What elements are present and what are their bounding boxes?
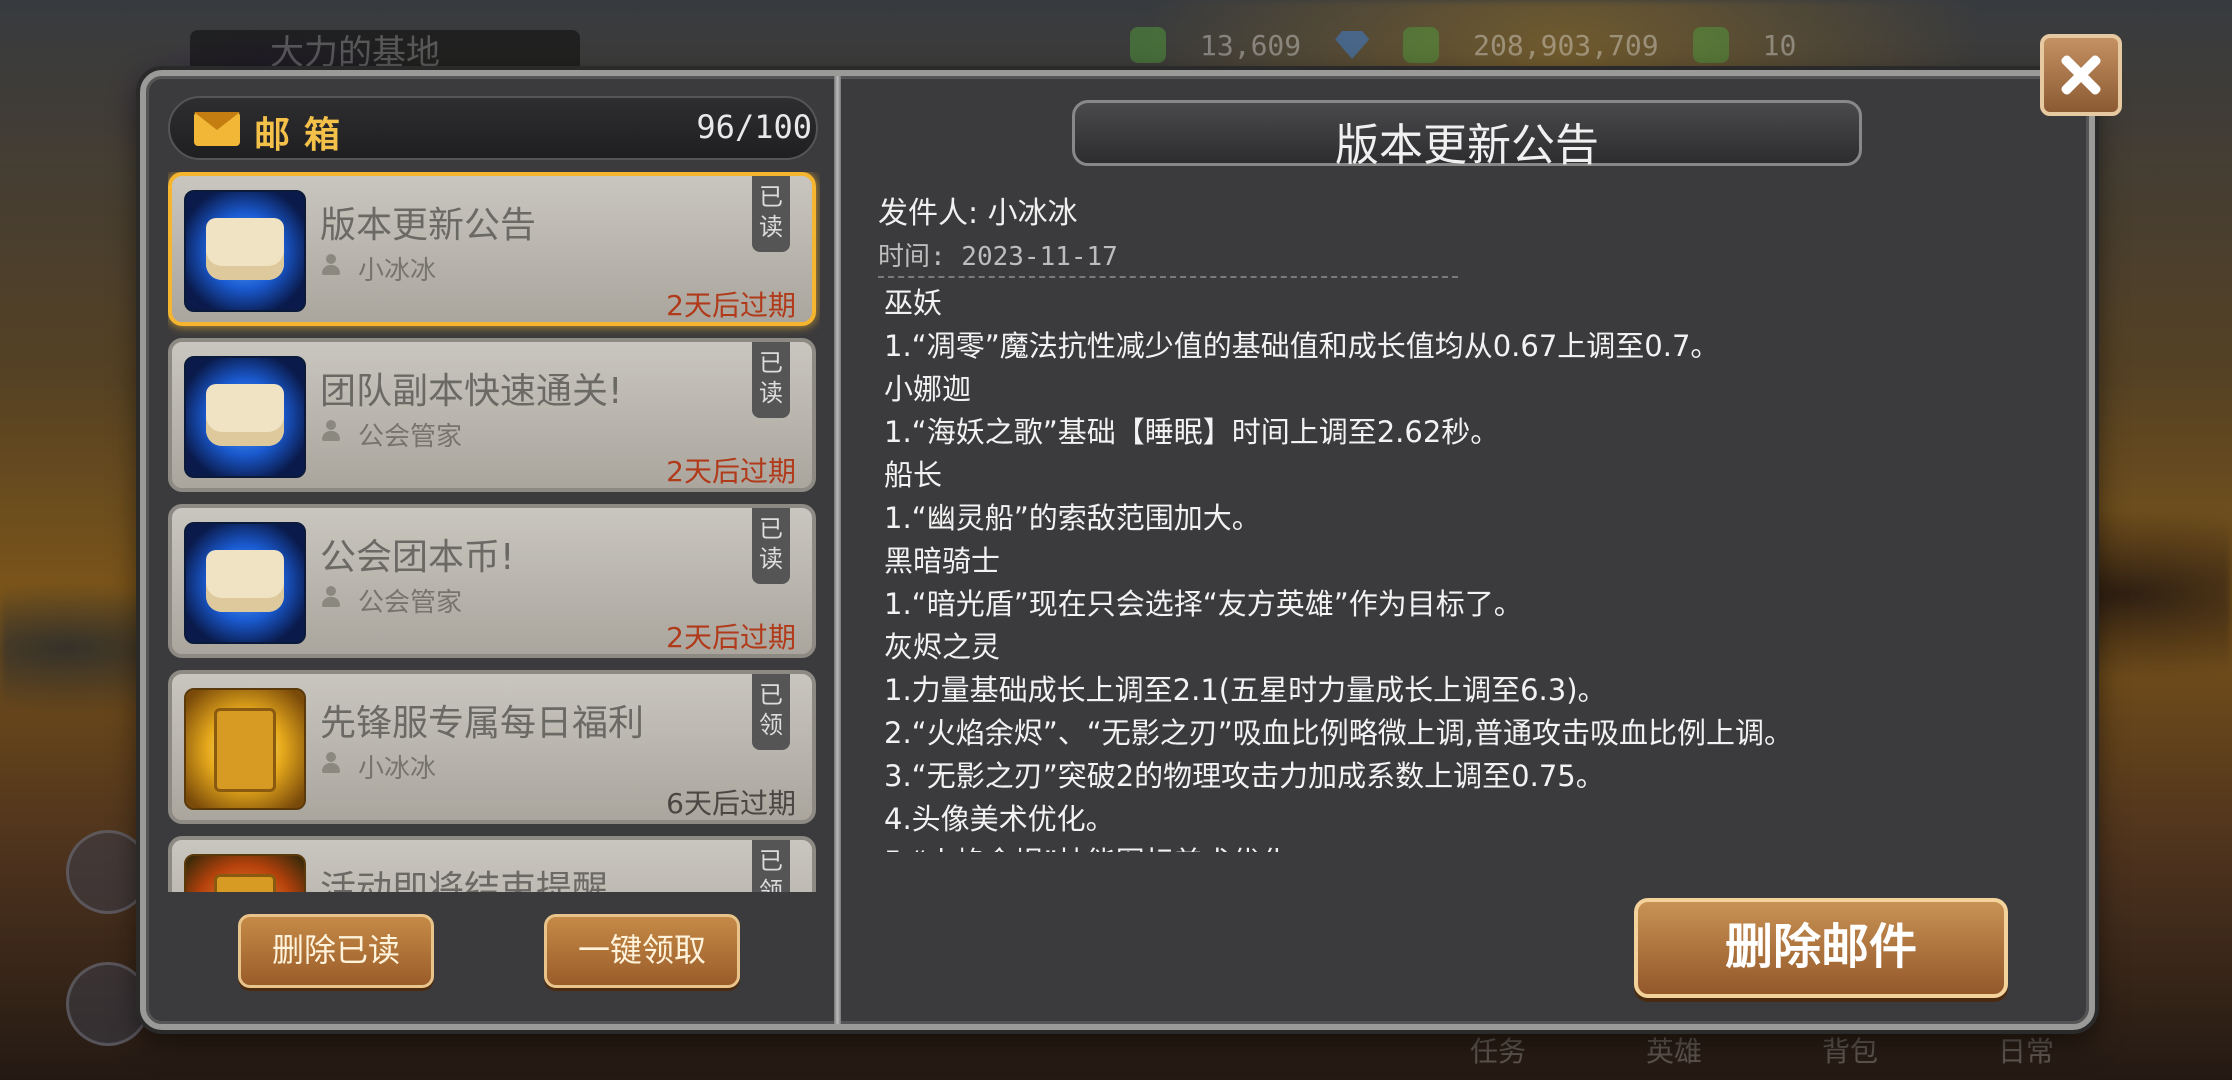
delete-mail-button[interactable]: 删除邮件: [1634, 898, 2008, 998]
envelope-icon: [184, 190, 306, 312]
claimed-badge: 已领: [752, 674, 790, 750]
side-chat-button-icon: [66, 962, 150, 1046]
green-gem-icon: [1130, 27, 1166, 63]
notice-content[interactable]: 巫妖 1.“凋零”魔法抗性减少值的基础值和成长值均从0.67上调至0.7。 小娜…: [884, 282, 2024, 852]
nav-bag: 背包: [1822, 1035, 1879, 1068]
nav-daily: 日常: [1998, 1035, 2055, 1068]
diamond-icon: [1335, 31, 1370, 59]
claimed-badge: 已领: [752, 840, 790, 892]
mailbox-header: 邮箱 96/100: [168, 96, 818, 160]
panel-divider: [834, 76, 841, 1024]
bottom-nav: 任务 英雄 背包 日常: [1470, 1030, 2054, 1070]
read-badge: 已读: [752, 508, 790, 584]
nav-task: 任务: [1470, 1035, 1527, 1068]
currency-value-3: 10: [1762, 28, 1797, 62]
notice-line: 1.“幽灵船”的索敌范围加大。: [884, 501, 1261, 535]
mail-list[interactable]: 版本更新公告 小冰冰 已读 2天后过期 团队副本快速通关! 公会管家 已读 2天…: [168, 172, 820, 892]
sender-icon: [322, 254, 340, 276]
mail-title: 团队副本快速通关!: [320, 371, 623, 412]
notice-line: 船长: [884, 458, 943, 492]
notice-title: 版本更新公告: [1335, 120, 1599, 171]
envelope-icon: [184, 522, 306, 644]
currency-value-1: 13,609: [1200, 28, 1302, 62]
mailbox-panel: 邮箱 96/100 版本更新公告 小冰冰 已读 2天后过期 团队副本快速通关! …: [140, 70, 2095, 1030]
green-gem-icon: [1403, 27, 1440, 63]
notice-line: 小娜迦: [884, 372, 972, 406]
notice-line: 3.“无影之刃”突破2的物理攻击力加成系数上调至0.75。: [884, 759, 1605, 793]
read-badge: 已读: [752, 342, 790, 418]
notice-line: 2.“火焰余烬”、“无影之刃”吸血比例略微上调,普通攻击吸血比例上调。: [884, 716, 1793, 750]
notice-line: 4.头像美术优化。: [884, 802, 1115, 836]
notice-line: 灰烬之灵: [884, 630, 1001, 664]
mail-sender: 小冰冰: [358, 754, 437, 784]
gift-icon: [184, 854, 306, 892]
envelope-icon: [184, 356, 306, 478]
notice-line: 黑暗骑士: [884, 544, 1001, 578]
mail-sender: 小冰冰: [358, 256, 437, 286]
mail-expire: 6天后过期: [666, 787, 796, 820]
notice-time: 时间: 2023-11-17: [878, 242, 1118, 272]
notice-title-bar: 版本更新公告: [1072, 100, 1862, 171]
nav-hero: 英雄: [1646, 1035, 1703, 1068]
notice-divider: [878, 276, 1458, 278]
currency-bar: 13,609 208,903,709 10: [1130, 20, 2150, 70]
close-icon[interactable]: [2040, 34, 2122, 116]
sender-icon: [322, 420, 340, 442]
mail-expire: 2天后过期: [666, 455, 796, 488]
mail-title: 先锋服专属每日福利: [320, 703, 645, 744]
mail-expire: 2天后过期: [666, 621, 796, 654]
notice-line: 1.“暗光盾”现在只会选择“友方英雄”作为目标了。: [884, 587, 1523, 621]
mail-title: 版本更新公告: [320, 205, 537, 246]
mail-sender: 公会管家: [358, 422, 463, 452]
mail-title: 公会团本币!: [320, 537, 515, 578]
gold-card-icon: [184, 688, 306, 810]
read-badge: 已读: [752, 176, 790, 252]
claim-all-button[interactable]: 一键领取: [544, 914, 740, 988]
sender-icon: [322, 752, 340, 774]
mail-item[interactable]: 团队副本快速通关! 公会管家 已读 2天后过期: [168, 338, 816, 492]
sender-icon: [322, 586, 340, 608]
notice-line: 巫妖: [884, 286, 943, 320]
side-mail-button-icon: [66, 830, 150, 914]
mail-item[interactable]: 先锋服专属每日福利 小冰冰 已领 6天后过期: [168, 670, 816, 824]
currency-value-2: 208,903,709: [1473, 28, 1659, 62]
notice-line: 1.“凋零”魔法抗性减少值的基础值和成长值均从0.67上调至0.7。: [884, 329, 1720, 363]
notice-line: 1.力量基础成长上调至2.1(五星时力量成长上调至6.3)。: [884, 673, 1607, 707]
green-gem-icon: [1692, 27, 1729, 63]
mail-sender: 公会管家: [358, 588, 463, 618]
notice-line: 1.“海妖之歌”基础【睡眠】时间上调至2.62秒。: [884, 415, 1500, 449]
mail-count: 96/100: [696, 108, 812, 146]
mail-item[interactable]: 活动即将结束提醒 已领: [168, 836, 816, 892]
mail-item[interactable]: 公会团本币! 公会管家 已读 2天后过期: [168, 504, 816, 658]
mail-item[interactable]: 版本更新公告 小冰冰 已读 2天后过期: [168, 172, 816, 326]
notice-line: 5.“火焰余烬”技能图标美术优化。: [884, 841, 2024, 852]
mail-expire: 2天后过期: [666, 289, 796, 322]
mailbox-title: 邮箱: [254, 115, 355, 156]
mail-title: 活动即将结束提醒: [320, 869, 609, 892]
delete-read-button[interactable]: 删除已读: [238, 914, 434, 988]
mail-icon: [194, 112, 240, 146]
notice-sender: 发件人: 小冰冰: [878, 196, 1078, 231]
